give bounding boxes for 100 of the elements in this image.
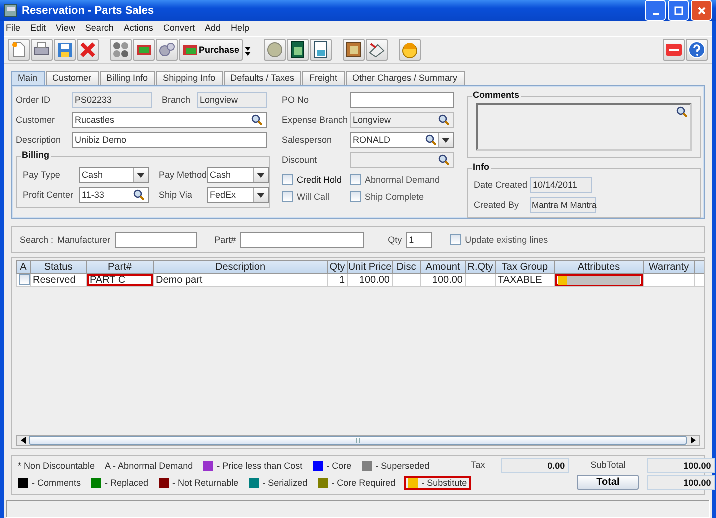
pay-type-dropdown[interactable]: Cash xyxy=(79,167,149,183)
minimize-button[interactable] xyxy=(645,0,666,21)
menu-item[interactable]: Search xyxy=(85,23,114,33)
checkbox[interactable] xyxy=(450,234,462,245)
horizontal-scrollbar[interactable] xyxy=(16,435,700,446)
column-header[interactable]: Part# xyxy=(86,260,154,274)
caret-icon[interactable] xyxy=(257,172,265,178)
order-id-field: PS02233 xyxy=(72,92,152,108)
ship-via-dropdown[interactable]: FedEx xyxy=(207,187,269,203)
new-document-icon[interactable] xyxy=(8,39,30,61)
discount-field[interactable] xyxy=(350,152,454,168)
caret-icon[interactable] xyxy=(137,172,145,178)
close-button[interactable] xyxy=(691,0,712,21)
pay-method-dropdown[interactable]: Cash xyxy=(207,167,269,183)
menu-item[interactable]: File xyxy=(6,23,21,33)
search-icon[interactable] xyxy=(251,114,263,126)
created-by-field: Mantra M Mantra xyxy=(530,197,596,213)
total-button[interactable]: Total xyxy=(577,475,640,490)
document-icon[interactable] xyxy=(310,39,332,61)
exit-icon[interactable] xyxy=(663,39,685,61)
field-label: Ship Via xyxy=(159,190,194,200)
quantity-field[interactable]: 1 xyxy=(406,232,432,248)
comments-field[interactable] xyxy=(476,103,692,151)
search-icon[interactable] xyxy=(438,154,450,166)
checkbox[interactable] xyxy=(282,174,293,185)
column-header[interactable]: Description xyxy=(154,260,328,274)
search-icon[interactable] xyxy=(676,106,688,118)
menu-item[interactable]: Add xyxy=(204,23,221,33)
tab[interactable]: Customer xyxy=(46,71,99,85)
help-icon[interactable] xyxy=(686,39,708,61)
profit-center-field[interactable]: 11-33 xyxy=(79,187,149,203)
checkbox[interactable] xyxy=(350,174,361,185)
manufacturer-field[interactable] xyxy=(114,232,197,248)
menu-item[interactable]: View xyxy=(56,23,76,33)
column-header[interactable]: Attributes xyxy=(554,260,644,274)
field-label: Order ID xyxy=(16,95,52,105)
tab[interactable]: Defaults / Taxes xyxy=(224,71,302,85)
po-number-field[interactable] xyxy=(350,92,454,108)
column-header[interactable]: A xyxy=(16,260,30,274)
table-cell: 100.00 xyxy=(432,274,463,286)
search-icon[interactable] xyxy=(133,189,145,201)
column-header[interactable]: Disc xyxy=(392,260,420,274)
subtotal-field: 100.00 xyxy=(647,458,716,473)
expense-branch-field[interactable]: Longview xyxy=(350,112,454,128)
field-label: Description xyxy=(16,135,62,145)
tab[interactable]: Billing Info xyxy=(100,71,156,85)
field-label: Manufacturer xyxy=(58,234,111,244)
balls-icon[interactable] xyxy=(110,39,132,61)
caret-icon[interactable] xyxy=(442,138,450,142)
tab[interactable]: Other Charges / Summary xyxy=(346,71,465,85)
column-header[interactable]: Tax Group xyxy=(496,260,554,274)
menu-item[interactable]: Help xyxy=(230,23,250,33)
search-icon[interactable] xyxy=(425,134,437,146)
part-number-field[interactable] xyxy=(240,232,364,248)
column-header[interactable]: Warranty xyxy=(644,260,694,274)
column-header[interactable]: Status xyxy=(30,260,86,274)
checkbox[interactable] xyxy=(19,274,30,286)
column-header[interactable]: Amount xyxy=(420,260,466,274)
customer-field[interactable]: Rucastles xyxy=(72,112,267,128)
caret-icon[interactable] xyxy=(257,192,265,198)
field-label: Expense Branch xyxy=(282,115,350,125)
menu-item[interactable]: Edit xyxy=(30,23,46,33)
field-label: Qty xyxy=(388,234,402,244)
checkbox-label: Ship Complete xyxy=(365,192,424,202)
checkbox-label: Abnormal Demand xyxy=(365,174,440,184)
description-field[interactable]: Unibiz Demo xyxy=(72,132,267,148)
purchase-button[interactable]: Purchase xyxy=(179,39,243,61)
field-label: Branch xyxy=(162,95,192,105)
checkbox[interactable] xyxy=(350,191,361,202)
maximize-button[interactable] xyxy=(668,0,689,21)
field-label: Date Created xyxy=(474,180,529,190)
salesperson-dropdown[interactable]: RONALD xyxy=(350,132,454,148)
legend-text: - Comments xyxy=(32,478,82,488)
invoice-icon[interactable] xyxy=(286,39,309,61)
legend-text: - Core Required xyxy=(332,478,396,488)
field-label: Discount xyxy=(282,155,318,165)
menu-item[interactable]: Convert xyxy=(163,23,195,33)
legend-text: - Core xyxy=(326,461,352,471)
checkbox[interactable] xyxy=(282,191,293,202)
column-header[interactable]: Unit Price xyxy=(348,260,392,274)
search-icon[interactable] xyxy=(438,114,450,126)
right-arrow-icon[interactable] xyxy=(690,437,696,444)
print-icon[interactable] xyxy=(31,39,53,61)
subtotal-label: SubTotal xyxy=(590,459,626,472)
save-icon[interactable] xyxy=(54,39,76,61)
column-header[interactable]: Qty xyxy=(328,260,348,274)
left-arrow-icon[interactable] xyxy=(20,437,26,444)
field-label: Salesperson xyxy=(282,135,334,145)
delete-icon[interactable] xyxy=(77,39,99,61)
maximize-icon xyxy=(674,6,684,16)
legend-text: * Non Discountable xyxy=(18,461,96,471)
app-icon xyxy=(4,4,18,18)
table-cell: Reserved xyxy=(33,274,76,286)
menu-item[interactable]: Actions xyxy=(124,23,154,33)
tab[interactable]: Shipping Info xyxy=(156,71,223,85)
search-label: Search : xyxy=(20,234,54,244)
group-title: Billing xyxy=(21,150,50,160)
column-header[interactable]: R.Qty xyxy=(466,260,496,274)
tab[interactable]: Main xyxy=(11,71,45,85)
tab[interactable]: Freight xyxy=(302,71,344,85)
